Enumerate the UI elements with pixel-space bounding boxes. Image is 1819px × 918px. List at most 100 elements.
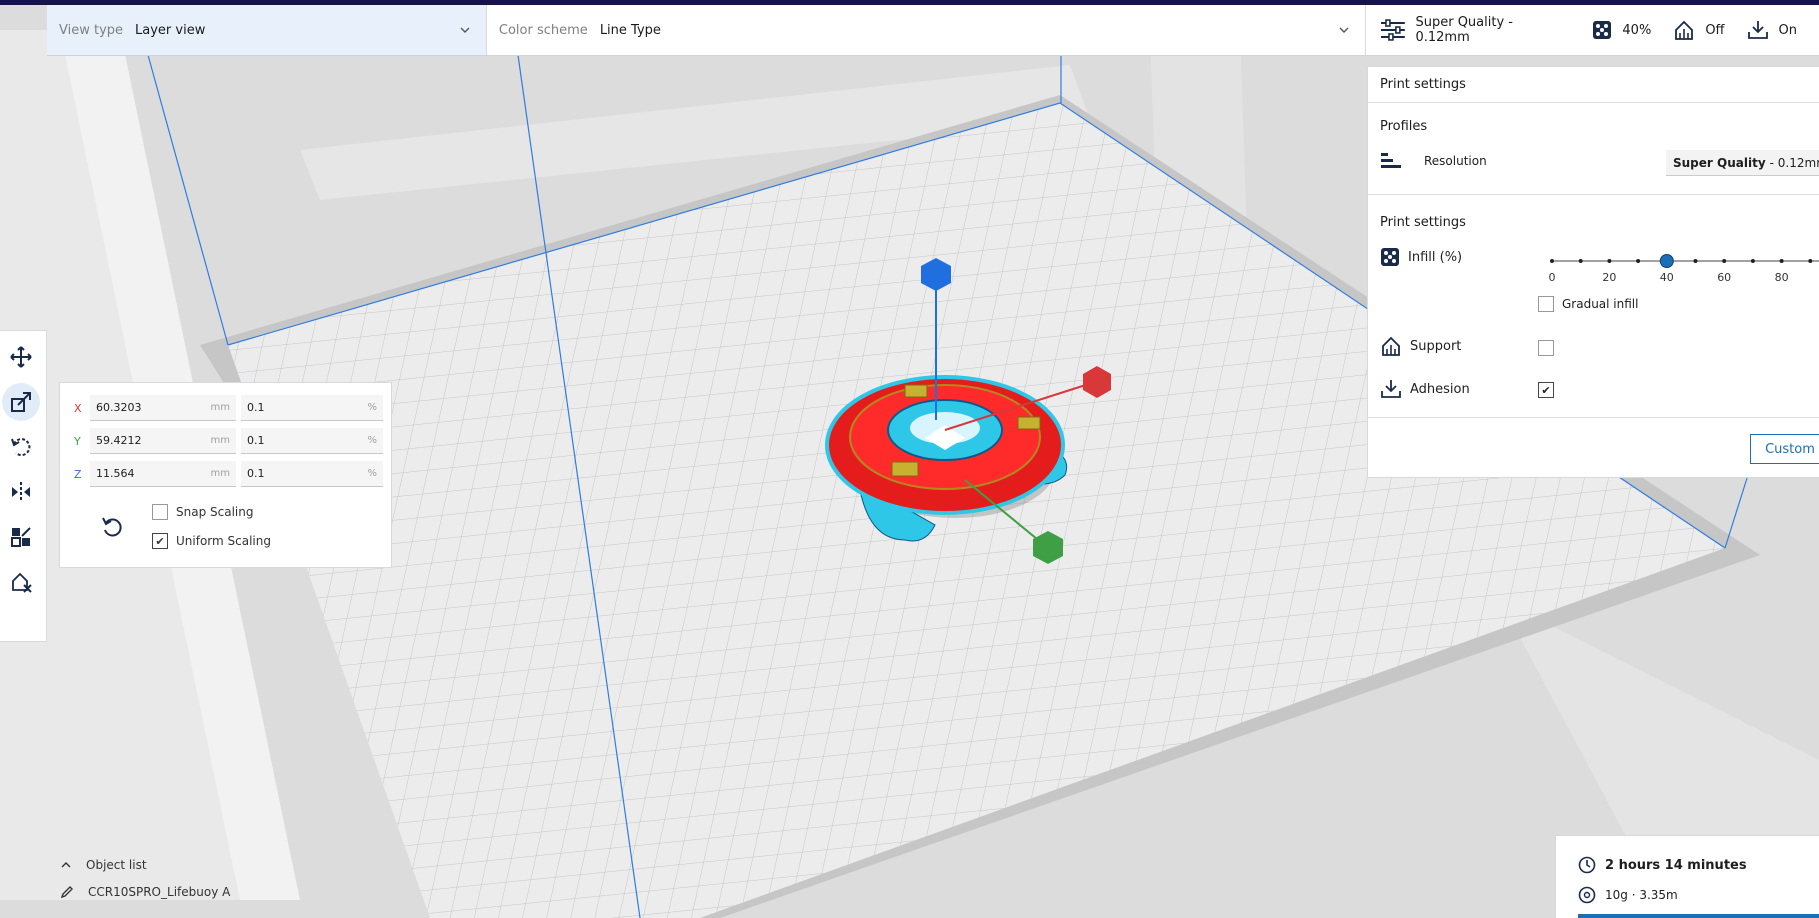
- adhesion-icon: [1747, 21, 1768, 39]
- object-list-item[interactable]: CCR10SPRO_Lifebuoy A: [60, 885, 230, 899]
- slider-tick-label: 60: [1717, 271, 1732, 284]
- view-type-dropdown[interactable]: View type Layer view: [47, 5, 487, 55]
- uniform-scaling-option[interactable]: ✔ Uniform Scaling: [152, 533, 271, 549]
- snap-scaling-checkbox[interactable]: [152, 504, 168, 520]
- scale-z-percent-input[interactable]: 0.1%: [241, 461, 383, 487]
- snap-scaling-label: Snap Scaling: [176, 505, 254, 519]
- color-scheme-dropdown[interactable]: Color scheme Line Type: [487, 5, 1366, 55]
- slider-tick-label: 0: [1548, 271, 1556, 284]
- infill-slider[interactable]: 0 20 40 60 80: [1544, 251, 1819, 291]
- print-settings-panel: Print settings Profiles Resolution Super…: [1367, 66, 1819, 478]
- slider-tick: [1578, 259, 1583, 263]
- percent-unit: %: [367, 435, 377, 446]
- view-toolbar: View type Layer view Color scheme Line T…: [47, 5, 1819, 56]
- percent-unit: %: [367, 468, 377, 479]
- support-summary-value: Off: [1705, 22, 1725, 38]
- slider-tick-label: 80: [1774, 271, 1789, 284]
- chevron-down-icon: [1339, 27, 1349, 33]
- scale-x-percent-input[interactable]: 0.1%: [241, 395, 383, 421]
- scale-x-mm-input[interactable]: 60.3203 mm: [90, 395, 236, 421]
- adhesion-icon: [1381, 380, 1401, 398]
- support-label: Support: [1410, 338, 1462, 354]
- slider-tick: [1607, 259, 1612, 263]
- profile-summary[interactable]: Super Quality - 0.12mm: [1380, 15, 1571, 45]
- resolution-profile-name: Super Quality: [1673, 155, 1766, 170]
- scale-row-y: Y 59.4212 mm 0.1%: [74, 428, 388, 454]
- resolution-dropdown[interactable]: Super Quality - 0.12mm: [1666, 150, 1819, 176]
- slider-tick: [1550, 259, 1554, 263]
- per-model-settings-icon: [11, 527, 31, 547]
- slider-tick-label: 40: [1659, 271, 1674, 284]
- move-icon: [10, 346, 32, 368]
- adhesion-summary[interactable]: On: [1747, 19, 1797, 41]
- support-row: Support: [1380, 335, 1461, 357]
- pencil-icon: [60, 886, 73, 899]
- move-tool-button[interactable]: [2, 338, 40, 376]
- infill-icon: [1593, 21, 1612, 39]
- profile-summary-label: Super Quality - 0.12mm: [1415, 15, 1513, 45]
- object-name: CCR10SPRO_Lifebuoy A: [88, 885, 231, 899]
- reset-icon: [102, 517, 122, 537]
- slider-tick: [1693, 259, 1698, 263]
- material-row: 10g · 3.35m: [1578, 886, 1678, 904]
- resolution-profile-layer: - 0.12mm: [1769, 155, 1819, 170]
- view-type-value: Layer view: [135, 22, 206, 38]
- reset-scale-button[interactable]: [98, 513, 126, 541]
- percent-unit: %: [367, 402, 377, 413]
- print-settings-header: Print settings: [1368, 67, 1819, 103]
- resolution-label: Resolution: [1424, 154, 1487, 168]
- print-settings-title: Print settings: [1380, 215, 1466, 230]
- support-icon: [1675, 20, 1694, 40]
- scale-y-percent-input[interactable]: 0.1%: [241, 428, 383, 454]
- scale-y-mm-input[interactable]: 59.4212 mm: [90, 428, 236, 454]
- slider-tick: [1722, 259, 1727, 263]
- print-time-row: 2 hours 14 minutes: [1578, 856, 1747, 874]
- scale-x-mm-value: 60.3203: [96, 401, 142, 414]
- gradual-infill-checkbox[interactable]: [1538, 296, 1554, 312]
- uniform-scaling-checkbox[interactable]: ✔: [152, 533, 168, 549]
- support-blocker-button[interactable]: [2, 563, 40, 601]
- axis-x-label: X: [74, 401, 82, 415]
- clock-icon: [1578, 856, 1596, 874]
- mirror-icon: [12, 482, 30, 502]
- scale-z-mm-input[interactable]: 11.564 mm: [90, 461, 236, 487]
- infill-summary[interactable]: 40%: [1592, 20, 1651, 40]
- rotate-tool-button[interactable]: [2, 428, 40, 466]
- adhesion-label: Adhesion: [1410, 381, 1470, 397]
- per-model-settings-button[interactable]: [2, 518, 40, 556]
- object-list-toggle[interactable]: Object list: [60, 858, 230, 872]
- object-list-title: Object list: [86, 858, 147, 872]
- uniform-scaling-label: Uniform Scaling: [176, 534, 271, 548]
- scale-y-mm-value: 59.4212: [96, 434, 142, 447]
- slider-tick: [1779, 259, 1784, 263]
- support-blocker-icon: [12, 572, 32, 593]
- object-list: Object list CCR10SPRO_Lifebuoy A: [60, 858, 230, 912]
- support-icon: [1382, 336, 1400, 356]
- profiles-title: Profiles: [1380, 119, 1428, 134]
- slider-handle[interactable]: [1659, 254, 1674, 268]
- infill-icon: [1381, 248, 1399, 266]
- mirror-tool-button[interactable]: [2, 473, 40, 511]
- support-summary[interactable]: Off: [1673, 19, 1725, 41]
- tool-sidebar: [0, 330, 47, 642]
- divider: [1368, 194, 1819, 195]
- slider-tick: [1808, 259, 1813, 263]
- color-scheme-value: Line Type: [599, 22, 661, 38]
- print-settings-summary[interactable]: Super Quality - 0.12mm 40% Off On: [1366, 5, 1819, 55]
- adhesion-checkbox[interactable]: ✔: [1538, 382, 1554, 398]
- infill-label: Infill (%): [1408, 249, 1463, 265]
- print-estimate-panel: 2 hours 14 minutes 10g · 3.35m: [1555, 835, 1819, 918]
- custom-button[interactable]: Custom: [1750, 434, 1819, 464]
- mm-unit: mm: [210, 435, 230, 446]
- slider-tick: [1636, 259, 1641, 263]
- snap-scaling-option[interactable]: Snap Scaling: [152, 504, 253, 520]
- scale-tool-button[interactable]: [2, 383, 40, 421]
- mm-unit: mm: [210, 402, 230, 413]
- mm-unit: mm: [210, 468, 230, 479]
- scale-z-percent-value: 0.1: [247, 467, 265, 480]
- scale-x-percent-value: 0.1: [247, 401, 265, 414]
- scale-z-mm-value: 11.564: [96, 467, 135, 480]
- scale-y-percent-value: 0.1: [247, 434, 265, 447]
- gradual-infill-option[interactable]: Gradual infill: [1538, 296, 1638, 312]
- support-checkbox[interactable]: [1538, 340, 1554, 356]
